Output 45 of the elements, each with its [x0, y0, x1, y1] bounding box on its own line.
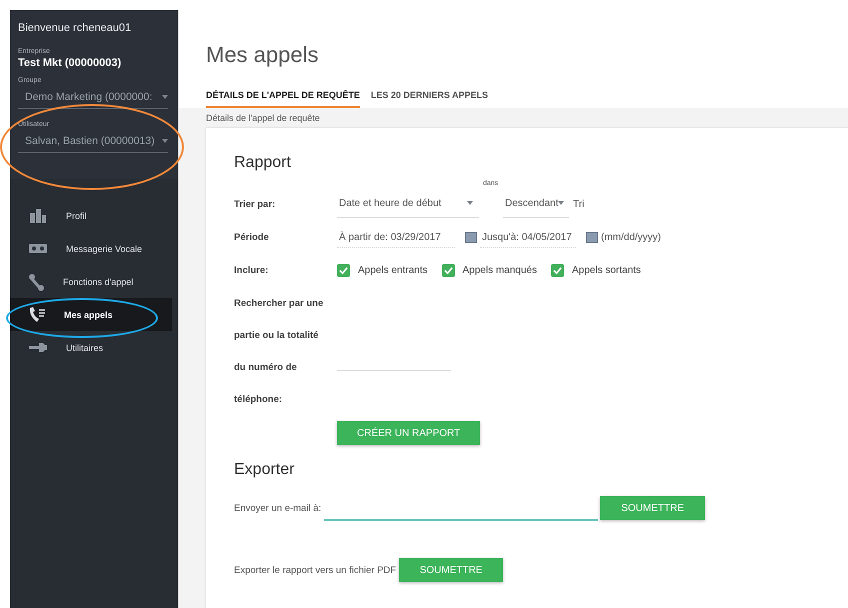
date-field[interactable]: À partir de: 03/29/2017 — [337, 228, 455, 248]
nav-item[interactable]: Utilitaires — [10, 331, 172, 364]
caret-icon — [162, 95, 168, 99]
field-label: partie ou la totalité — [234, 328, 320, 342]
sort-select[interactable]: Date et heure de début — [337, 192, 479, 218]
field-label: Envoyer un e-mail à: — [234, 502, 322, 514]
checkbox[interactable] — [551, 264, 564, 277]
checkbox-label: Appels sortants — [572, 265, 641, 276]
field-label: du numéro de — [234, 360, 298, 374]
voicemail-icon — [28, 243, 48, 254]
date-format: (mm/dd/yyyy) — [601, 232, 661, 243]
phone-icon — [28, 306, 46, 323]
tab[interactable]: DÉTAILS DE L'APPEL DE REQUÊTE — [206, 90, 360, 108]
date-field[interactable]: Jusqu'à: 04/05/2017 — [480, 228, 576, 248]
field-label: téléphone: — [234, 392, 284, 406]
section-title: Rapport — [234, 154, 292, 172]
checkbox[interactable] — [442, 264, 454, 277]
caret-icon — [162, 139, 168, 143]
caret-icon — [558, 201, 564, 205]
field-label: Trier par: — [234, 199, 276, 210]
checkbox-label: Appels manqués — [462, 265, 537, 276]
select-field[interactable]: Demo Marketing (0000000: — [18, 87, 168, 109]
order-select[interactable]: Descendant — [503, 192, 569, 218]
field-label: Exporter le rapport vers un fichier PDF — [234, 564, 396, 576]
page-title: Mes appels — [206, 42, 320, 68]
checkbox-label: Appels entrants — [358, 265, 428, 276]
nav-item[interactable]: Mes appels — [10, 298, 172, 331]
section-title: Exporter — [234, 461, 296, 479]
field-label: Inclure: — [234, 265, 270, 276]
calendar-icon[interactable] — [586, 232, 598, 243]
nav-item[interactable]: Messagerie Vocale — [10, 232, 172, 265]
field-label: Rechercher par une — [234, 296, 324, 310]
calendar-icon[interactable] — [465, 232, 477, 243]
nav-item[interactable]: Fonctions d'appel — [10, 265, 172, 298]
nav-item[interactable]: Profil — [10, 199, 172, 232]
caret-icon — [467, 201, 473, 205]
checkbox[interactable] — [337, 264, 350, 277]
field-label: Période — [234, 232, 270, 243]
select-field[interactable]: Salvan, Bastien (00000013) — [18, 131, 168, 153]
company-name: Test Mkt (00000003) — [18, 57, 122, 69]
welcome-text: Bienvenue rcheneau01 — [18, 22, 132, 34]
sort-suffix: Tri — [573, 199, 584, 210]
building-icon — [28, 206, 48, 224]
tab[interactable]: LES 20 DERNIERS APPELS — [370, 90, 488, 108]
breadcrumb: Détails de l'appel de requête — [205, 112, 321, 125]
